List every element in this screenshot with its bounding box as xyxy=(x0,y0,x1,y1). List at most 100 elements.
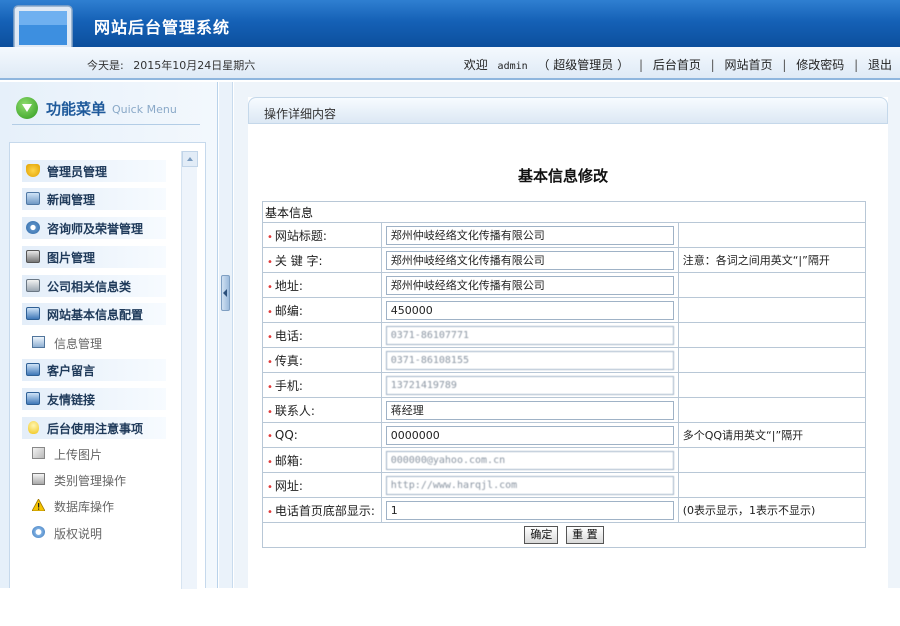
required-dot: • xyxy=(267,306,273,318)
contact-input[interactable] xyxy=(385,400,674,420)
sidebar: 功能菜单 Quick Menu 管理员管理 新闻管理 咨询师及荣誉管理 图片管理… xyxy=(0,82,218,589)
sidebar-item-label: 图片管理 xyxy=(47,251,96,265)
website-input[interactable] xyxy=(385,475,674,495)
field-label: • 关 键 字: xyxy=(262,247,382,273)
fax-input[interactable] xyxy=(385,350,674,370)
news-icon xyxy=(26,192,40,205)
required-dot: • xyxy=(267,431,273,442)
sidebar-item-news[interactable]: 新闻管理 xyxy=(22,188,166,210)
sidebar-item-label: 新闻管理 xyxy=(47,193,96,207)
field-label: • 电话: xyxy=(262,322,382,348)
sidebar-item-consultant[interactable]: 咨询师及荣誉管理 xyxy=(22,217,166,239)
address-input[interactable] xyxy=(385,275,674,295)
sidebar-item-pictures[interactable]: 图片管理 xyxy=(22,246,166,268)
field-label-text: QQ: xyxy=(274,428,298,442)
field-label: • QQ: xyxy=(262,422,382,448)
sidebar-item-links[interactable]: 友情链接 xyxy=(22,388,166,410)
field-label-text: 电话: xyxy=(274,328,303,343)
field-note xyxy=(677,372,867,398)
separator: | xyxy=(782,58,787,72)
required-dot: • xyxy=(267,506,273,518)
site-home-link[interactable]: 网站首页 xyxy=(725,58,773,72)
today-label: 今天是: xyxy=(87,59,124,72)
field-label-text: 关 键 字: xyxy=(274,253,323,268)
required-dot: • xyxy=(267,381,273,393)
field-note xyxy=(677,222,867,248)
separator: | xyxy=(638,58,643,72)
field-cell xyxy=(380,272,679,298)
bulb-icon xyxy=(28,421,39,434)
sidebar-item-label: 公司相关信息类 xyxy=(47,280,132,294)
printer-icon xyxy=(32,473,45,485)
field-label-text: 邮箱: xyxy=(274,453,303,468)
document-icon xyxy=(32,336,45,348)
sidebar-item-site-config[interactable]: 网站基本信息配置 xyxy=(22,303,166,325)
form-row: • 地址: xyxy=(262,272,867,298)
sidebar-item-company-info[interactable]: 公司相关信息类 xyxy=(22,275,166,297)
form-row: • 网址: xyxy=(262,472,867,498)
field-note xyxy=(677,447,867,473)
field-label-text: 传真: xyxy=(274,353,303,368)
required-dot: • xyxy=(267,256,273,268)
field-cell xyxy=(380,347,679,373)
phone-input[interactable] xyxy=(385,325,674,345)
field-label: • 地址: xyxy=(262,272,382,298)
menu-title: 功能菜单 xyxy=(46,100,107,118)
field-cell xyxy=(380,322,679,348)
date-display: 今天是: 2015年10月24日星期六 xyxy=(87,57,261,73)
arrow-down-icon xyxy=(16,97,38,119)
postcode-input[interactable] xyxy=(385,300,674,320)
monitor-icon xyxy=(26,392,40,405)
reset-button[interactable]: 重 置 xyxy=(566,526,604,544)
sidebar-item-admin[interactable]: 管理员管理 xyxy=(22,160,166,182)
section-title: 基本信息 xyxy=(262,201,866,223)
logout-link[interactable]: 退出 xyxy=(868,58,892,72)
sidebar-subitem-label: 类别管理操作 xyxy=(54,474,127,488)
field-cell xyxy=(380,422,679,448)
separator: | xyxy=(710,58,715,72)
footer-phone-display-input[interactable] xyxy=(385,500,674,520)
field-cell xyxy=(380,447,679,473)
separator: | xyxy=(854,58,859,72)
info-icon xyxy=(32,526,45,538)
sidebar-subitem-label: 数据库操作 xyxy=(54,500,115,514)
shield-icon xyxy=(26,164,40,177)
form-row: • 联系人: xyxy=(262,397,867,423)
site-title-input[interactable] xyxy=(385,225,674,245)
sidebar-item-usage-notes[interactable]: 后台使用注意事项 xyxy=(22,417,166,439)
menu-panel: 管理员管理 新闻管理 咨询师及荣誉管理 图片管理 公司相关信息类 网站基本信息配… xyxy=(9,142,206,589)
page-title: 基本信息修改 xyxy=(517,167,608,185)
field-note xyxy=(677,347,867,373)
form-actions: 确定 重 置 xyxy=(262,522,866,548)
mobile-input[interactable] xyxy=(385,375,674,395)
collapse-sidebar-handle[interactable] xyxy=(221,275,230,311)
form-row: • 邮箱: xyxy=(262,447,867,473)
required-dot: • xyxy=(267,406,273,418)
info-bar: 今天是: 2015年10月24日星期六 欢迎 admin （ 超级管理员 ） |… xyxy=(0,47,900,80)
field-label-text: 电话首页底部显示: xyxy=(274,503,375,518)
qq-input[interactable] xyxy=(385,425,674,445)
monitor-icon xyxy=(26,307,40,320)
email-input[interactable] xyxy=(385,450,674,470)
field-label: • 网站标题: xyxy=(262,222,382,248)
admin-home-link[interactable]: 后台首页 xyxy=(653,58,701,72)
field-label-text: 网址: xyxy=(274,478,303,493)
field-note xyxy=(677,297,867,323)
required-dot: • xyxy=(267,231,273,243)
submit-button[interactable]: 确定 xyxy=(524,526,559,544)
required-dot: • xyxy=(267,331,273,343)
field-label: • 传真: xyxy=(262,347,382,373)
field-cell xyxy=(380,372,679,398)
menu-scrollbar[interactable] xyxy=(181,151,198,589)
required-dot: • xyxy=(267,281,273,293)
sidebar-subitem-label: 上传图片 xyxy=(54,448,103,462)
change-password-link[interactable]: 修改密码 xyxy=(796,58,844,72)
field-label: • 手机: xyxy=(262,372,382,398)
field-label-text: 网站标题: xyxy=(274,228,327,243)
menu-title-en: Quick Menu xyxy=(112,103,177,116)
user-role: （ 超级管理员 ） xyxy=(537,58,630,72)
keywords-input[interactable] xyxy=(385,250,674,270)
sidebar-item-messages[interactable]: 客户留言 xyxy=(22,359,166,381)
field-label-text: 联系人: xyxy=(274,403,315,418)
scroll-up-button[interactable] xyxy=(182,151,198,167)
